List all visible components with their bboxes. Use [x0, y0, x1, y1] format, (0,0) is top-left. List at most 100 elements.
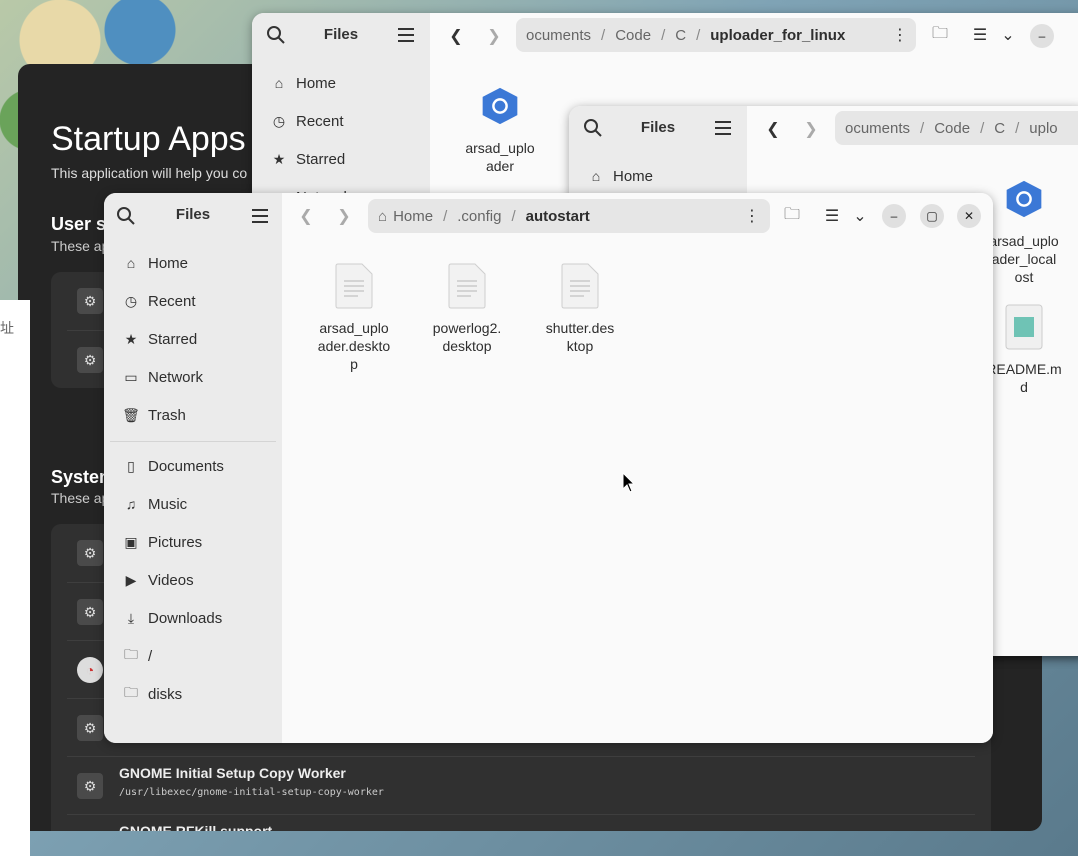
background-browser-strip: 址 [0, 300, 30, 856]
file-item[interactable]: arsad_uplo ader [450, 83, 550, 175]
folder-icon: 🗀 [124, 684, 138, 700]
kebab-menu-icon[interactable]: ⋮ [738, 202, 766, 230]
file-name: README.m d [986, 361, 1062, 395]
document-icon: ▯ [127, 457, 135, 474]
file-name: arsad_uplo ader_local ost [989, 233, 1059, 285]
forward-button[interactable]: ❯ [330, 202, 358, 230]
forward-button[interactable]: ❯ [480, 22, 508, 50]
path-current[interactable]: uploader_for_linux [700, 27, 855, 44]
app-gear-icon [1006, 180, 1042, 218]
home-icon: ⌂ [274, 75, 284, 91]
sidebar-item-root[interactable]: 🗀 / [122, 641, 152, 671]
sidebar-item-videos[interactable]: ▶ Videos [122, 565, 194, 595]
app-gear-icon [482, 87, 518, 125]
path-seg[interactable]: C [665, 27, 696, 44]
search-folder-icon[interactable]: 🗀 [778, 202, 806, 230]
text-file-icon [335, 263, 373, 309]
file-name: powerlog2. desktop [432, 320, 502, 354]
app-name: GNOME Initial Setup Copy Worker [119, 765, 346, 781]
clock-icon: ◷ [124, 292, 138, 309]
startup-title: Startup Apps [51, 120, 246, 158]
app-command: /usr/libexec/gnome-initial-setup-copy-wo… [119, 787, 384, 798]
star-icon: ★ [124, 330, 138, 347]
sidebar-item-starred[interactable]: ★ Starred [270, 144, 345, 174]
maximize-button[interactable]: ▢ [920, 204, 944, 228]
path-seg[interactable]: ocuments [835, 120, 920, 137]
menu-icon[interactable] [396, 25, 416, 45]
sidebar-item-network[interactable]: ▭Network [122, 362, 203, 392]
path-seg[interactable]: Code [605, 27, 661, 44]
close-button[interactable]: ✕ [957, 204, 981, 228]
back-button[interactable]: ❮ [442, 22, 470, 50]
startup-subtitle: This application will help you co [51, 165, 248, 181]
clock-icon: ◷ [272, 112, 286, 129]
minimize-button[interactable]: – [1030, 24, 1054, 48]
path-current[interactable]: autostart [516, 208, 600, 225]
trash-icon: 🗑 [122, 406, 140, 423]
list-view-icon[interactable]: ☰ [966, 21, 994, 49]
path-bar[interactable]: ocuments / Code / C / uploader_for_linux [516, 18, 916, 52]
path-seg[interactable]: Code [924, 120, 980, 137]
network-icon: ▭ [124, 368, 138, 385]
files-window-front: Files ⌂ Home ◷ Recent ★ Starred ▭ Network 🗑 T… [104, 193, 993, 743]
search-folder-icon[interactable]: 🗀 [926, 21, 954, 49]
gear-icon: ⚙ [77, 599, 103, 625]
home-icon: ⌂ [591, 168, 601, 184]
chevron-down-icon[interactable]: ⌄ [994, 21, 1022, 49]
main-area: ❮ ❯ ⌂ Home / .config / autostart ⋮ 🗀 ☰ ⌄ – … [282, 193, 993, 743]
gear-icon: ⚙ [77, 715, 103, 741]
user-section-title: User s [51, 214, 107, 234]
clock-icon: ◔ [77, 657, 103, 683]
system-app-row[interactable]: ⚙ GNOME Initial Setup Copy Worker /usr/l… [67, 756, 975, 814]
file-name: arsad_uplo ader [465, 140, 535, 174]
back-button[interactable]: ❮ [759, 115, 787, 143]
bg-text: 址 [0, 320, 14, 336]
sidebar-item-disks[interactable]: 🗀 disks [122, 679, 182, 709]
forward-button[interactable]: ❯ [797, 115, 825, 143]
path-bar[interactable]: ⌂ Home / .config / autostart [368, 199, 770, 233]
path-seg[interactable]: C [984, 120, 1015, 137]
file-name: shutter.des ktop [545, 320, 615, 354]
sidebar-item-downloads[interactable]: ⤓ Downloads [122, 603, 222, 633]
minimize-button[interactable]: – [882, 204, 906, 228]
kebab-menu-icon[interactable]: ⋮ [886, 21, 914, 49]
sidebar-item-music[interactable]: ♫ Music [122, 489, 187, 519]
path-seg[interactable]: ocuments [516, 27, 601, 44]
sidebar-item-trash[interactable]: 🗑 Trash [122, 400, 186, 430]
file-item[interactable]: powerlog2. desktop [417, 263, 517, 355]
system-app-row[interactable]: ⚙ GNOME RFKill support [67, 814, 975, 831]
list-view-icon[interactable]: ☰ [818, 202, 846, 230]
file-name: arsad_uplo ader.deskto p [317, 320, 391, 372]
sidebar-item-starred[interactable]: ★ Starred [122, 324, 197, 354]
chevron-down-icon[interactable]: ⌄ [846, 202, 874, 230]
path-seg[interactable]: .config [447, 208, 511, 225]
file-item[interactable]: arsad_uplo ader.deskto p [304, 263, 404, 373]
sidebar-item-home[interactable]: ⌂ Home [587, 161, 653, 191]
sidebar-item-home[interactable]: ⌂ Home [270, 68, 336, 98]
mouse-cursor-icon [622, 472, 636, 493]
app-name: GNOME RFKill support [119, 823, 273, 831]
sidebar-item-recent[interactable]: ◷ Recent [270, 106, 344, 136]
menu-icon[interactable] [250, 206, 270, 226]
file-item[interactable]: shutter.des ktop [530, 263, 630, 355]
sidebar-item-recent[interactable]: ◷ Recent [122, 286, 196, 316]
video-icon: ▶ [125, 571, 137, 588]
star-icon: ★ [272, 150, 286, 167]
gear-icon: ⚙ [77, 540, 103, 566]
path-seg[interactable]: uplo [1019, 120, 1067, 137]
download-icon: ⤓ [127, 609, 135, 626]
sidebar-item-home[interactable]: ⌂ Home [122, 248, 188, 278]
sidebar: Files ⌂ Home ◷ Recent ★ Starred ▭ Network 🗑 T… [104, 193, 282, 743]
path-seg-home[interactable]: ⌂ Home [368, 208, 443, 225]
sidebar-item-pictures[interactable]: ▣ Pictures [122, 527, 202, 557]
sidebar-item-documents[interactable]: ▯ Documents [122, 451, 224, 481]
sidebar-divider [110, 441, 276, 442]
folder-icon: 🗀 [124, 646, 138, 662]
text-file-icon [448, 263, 486, 309]
system-section-sub: These ap [51, 490, 110, 506]
menu-icon[interactable] [713, 118, 733, 138]
back-button[interactable]: ❮ [292, 202, 320, 230]
path-bar[interactable]: ocuments / Code / C / uplo [835, 111, 1078, 145]
gear-icon: ⚙ [77, 773, 103, 799]
home-icon: ⌂ [378, 207, 388, 225]
